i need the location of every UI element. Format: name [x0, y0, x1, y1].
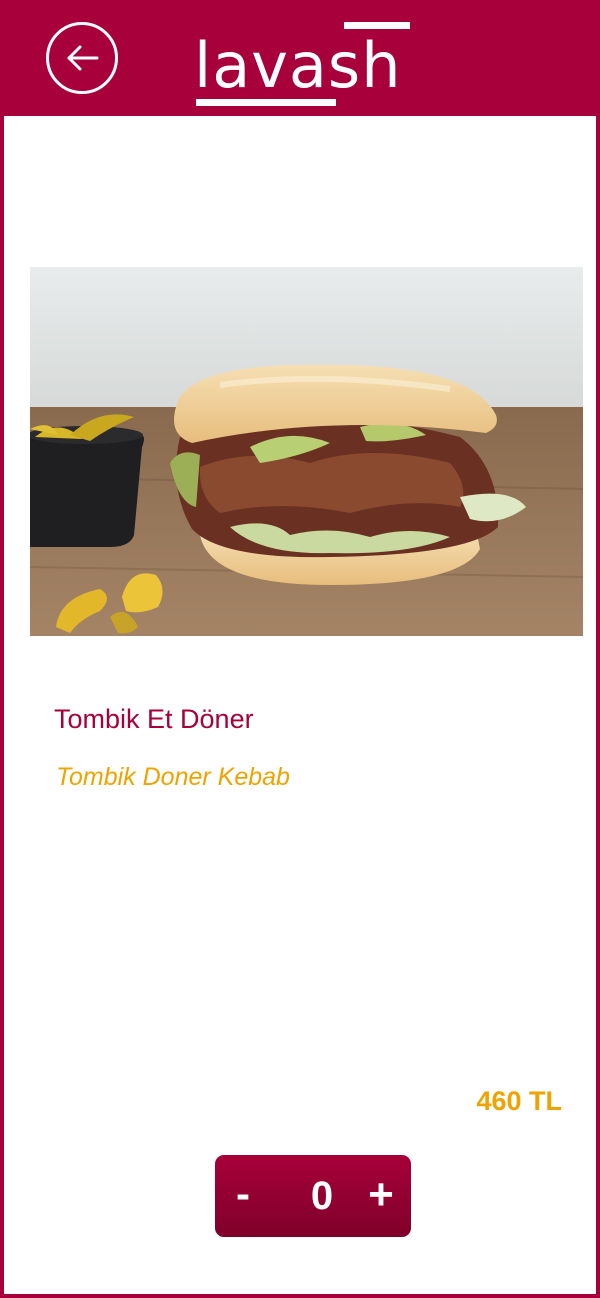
product-subtitle: Tombik Doner Kebab	[56, 763, 290, 791]
logo-bar-bottom	[196, 99, 336, 106]
doner-sandwich-photo	[30, 267, 583, 636]
product-image	[30, 267, 583, 636]
quantity-stepper: - 0 +	[215, 1155, 411, 1237]
app-frame: lavash Tombik Et Döner Tombik Doner Keba…	[0, 0, 600, 1298]
increment-button[interactable]: +	[351, 1155, 411, 1237]
decrement-button[interactable]: -	[215, 1155, 271, 1237]
product-title: Tombik Et Döner	[54, 704, 254, 734]
back-button[interactable]	[46, 22, 118, 94]
product-price: 460 TL	[476, 1086, 562, 1116]
brand-logo: lavash	[194, 22, 414, 108]
logo-text: lavash	[194, 29, 402, 102]
arrow-left-icon	[67, 45, 99, 71]
header-bar: lavash	[4, 4, 600, 116]
